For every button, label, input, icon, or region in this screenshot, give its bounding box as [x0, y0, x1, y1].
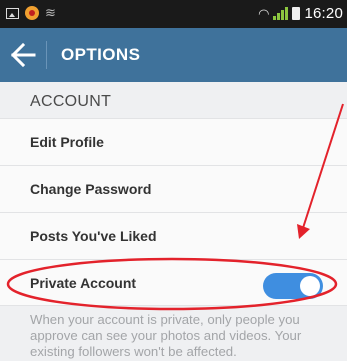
section-header: ACCOUNT [30, 93, 112, 110]
app-bar: OPTIONS [0, 28, 347, 82]
back-arrow-icon[interactable] [9, 40, 37, 70]
wifi-icon: ◠ [258, 5, 270, 21]
status-left-icons: ≋ [6, 6, 56, 20]
status-right-icons: ◠ 16:20 [258, 5, 343, 22]
gallery-icon [6, 7, 19, 19]
notification-app-icon [25, 6, 39, 20]
private-account-label: Private Account [30, 275, 137, 291]
private-account-toggle[interactable] [263, 273, 323, 299]
toggle-knob [300, 276, 320, 296]
page-title: OPTIONS [61, 45, 141, 64]
private-account-row[interactable]: Private Account [0, 259, 347, 306]
signal-icon [273, 7, 289, 20]
posts-liked-label: Posts You've Liked [30, 228, 157, 244]
posts-liked-row[interactable]: Posts You've Liked [0, 212, 347, 259]
change-password-label: Change Password [30, 181, 152, 197]
status-time: 16:20 [304, 5, 343, 22]
battery-icon [292, 7, 301, 20]
edit-profile-label: Edit Profile [30, 134, 104, 150]
change-password-row[interactable]: Change Password [0, 165, 347, 212]
private-account-helper-text: When your account is private, only peopl… [30, 312, 302, 359]
edit-profile-row[interactable]: Edit Profile [0, 118, 347, 165]
status-bar: ≋ ◠ 16:20 [0, 0, 347, 28]
nfc-icon: ≋ [45, 5, 56, 20]
app-bar-divider [46, 41, 47, 69]
